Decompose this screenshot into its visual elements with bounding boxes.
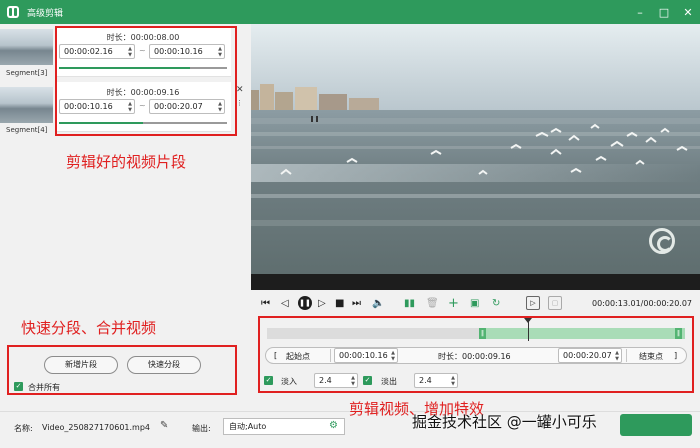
segment-thumbnail[interactable]: [0, 87, 53, 123]
fit-icon[interactable]: ▢: [548, 296, 562, 310]
minimize-button[interactable]: –: [628, 0, 652, 24]
edit-name-icon[interactable]: ✎: [160, 420, 168, 431]
video-watermark-icon: [649, 228, 675, 254]
pause-icon[interactable]: ❚❚: [298, 296, 312, 310]
merge-all-label: 合并所有: [28, 383, 60, 392]
stop-icon[interactable]: ■: [335, 296, 344, 310]
step-forward-icon[interactable]: ▷: [318, 296, 326, 310]
maximize-button[interactable]: □: [652, 0, 676, 24]
close-button[interactable]: ✕: [676, 0, 700, 24]
title-bar: 高级剪辑 – □ ✕: [0, 0, 700, 24]
volume-icon[interactable]: 🔈: [372, 296, 384, 310]
annotation-box-segments: [55, 26, 237, 136]
name-label: 名称:: [14, 424, 33, 433]
segment-label: Segment[4]: [6, 126, 48, 134]
playback-timecode: 00:00:13.01/00:00:20.07: [592, 299, 692, 308]
skip-start-icon[interactable]: ⏮: [261, 296, 270, 310]
segment-label: Segment[3]: [6, 69, 48, 77]
annotation-box-effects: [258, 316, 694, 393]
site-watermark: 掘金技术社区 @一罐小可乐: [412, 413, 597, 431]
copy-icon[interactable]: ▣: [470, 296, 479, 310]
delete-icon[interactable]: 🗑: [426, 296, 439, 310]
app-logo-icon: [7, 6, 19, 18]
output-label: 输出:: [192, 424, 211, 433]
video-frame: [251, 24, 700, 274]
annotation-split: 快速分段、合并视频: [21, 319, 157, 337]
window-controls: – □ ✕: [628, 0, 700, 24]
player-controls: ⏮ ◁ ❚❚ ▷ ■ ⏭ 🔈 ▮▮ 🗑 + ▣ ↻ ▷ ▢ 00:00:13.0…: [251, 290, 700, 317]
annotation-segments: 剪辑好的视频片段: [66, 153, 187, 171]
file-name: Video_250827170601.mp4: [42, 423, 150, 432]
skip-end-icon[interactable]: ⏭: [352, 296, 361, 310]
segment-menu-icon[interactable]: ⋮: [236, 99, 243, 107]
merge-all-checkbox[interactable]: ✓: [14, 382, 23, 391]
segment-panel: Segment[3] Segment[4] 时长：00:00:08.00 00:…: [0, 24, 251, 411]
refresh-icon[interactable]: ↻: [492, 296, 500, 310]
window-title: 高级剪辑: [27, 8, 64, 19]
quick-split-button[interactable]: 快速分段: [127, 356, 201, 374]
step-back-icon[interactable]: ◁: [281, 296, 289, 310]
output-path-field[interactable]: 自动;Auto: [223, 418, 345, 435]
video-preview[interactable]: [251, 24, 700, 274]
video-bottom-band: [251, 274, 700, 290]
gear-icon[interactable]: ⚙: [329, 420, 338, 431]
split-icon[interactable]: ▮▮: [404, 296, 415, 310]
new-segment-button[interactable]: 新增片段: [44, 356, 118, 374]
export-button[interactable]: [620, 414, 692, 436]
segment-close-icon[interactable]: ✕: [236, 85, 244, 95]
crop-icon[interactable]: ▷: [526, 296, 540, 310]
segment-thumbnail[interactable]: [0, 29, 53, 65]
add-icon[interactable]: +: [448, 296, 459, 311]
